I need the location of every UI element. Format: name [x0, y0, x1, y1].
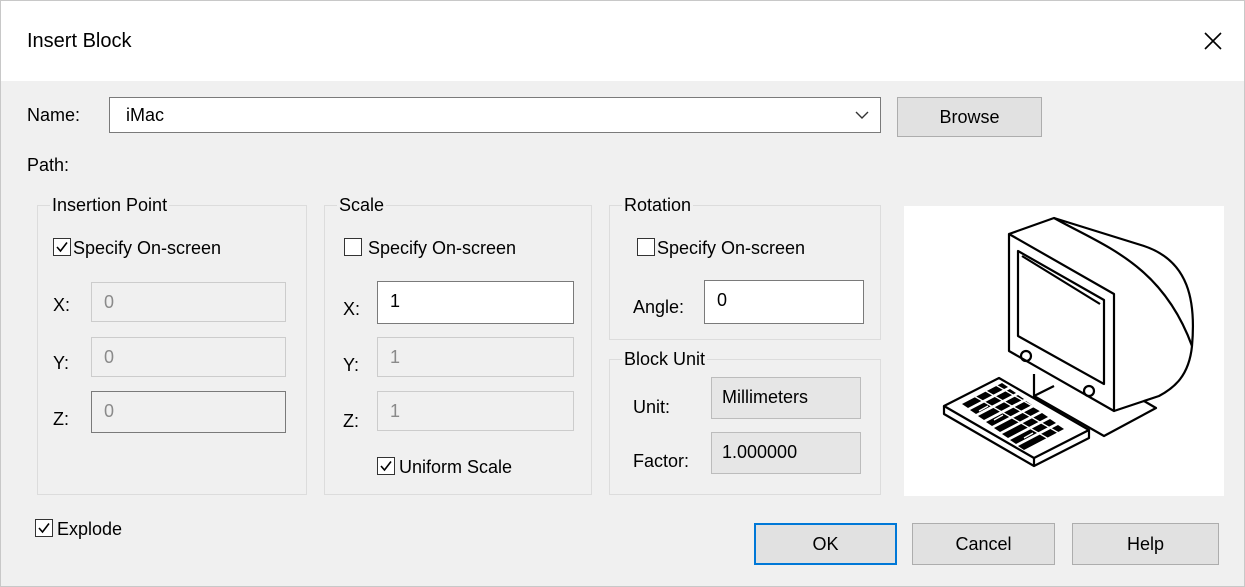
dialog-title: Insert Block [27, 30, 132, 52]
uniform-scale-checkbox[interactable] [377, 457, 395, 475]
checkmark-icon [380, 461, 392, 472]
insertion-y-label: Y: [53, 353, 70, 373]
checkmark-icon [56, 242, 68, 253]
factor-label: Factor: [633, 451, 690, 471]
scale-title: Scale [337, 194, 387, 216]
close-button[interactable] [1182, 1, 1244, 81]
uniform-scale-label: Uniform Scale [399, 457, 513, 477]
insertion-y-field[interactable]: 0 [91, 337, 286, 377]
scale-z-value: 1 [390, 401, 401, 421]
scale-x-label: X: [343, 299, 361, 319]
scale-y-label: Y: [343, 355, 360, 375]
rotation-specify-checkbox[interactable] [637, 238, 655, 256]
factor-value: 1.000000 [722, 442, 798, 462]
insertion-z-field[interactable]: 0 [91, 391, 286, 433]
scale-y-field[interactable]: 1 [377, 337, 574, 377]
computer-preview-icon [942, 216, 1195, 468]
explode-checkbox[interactable] [35, 519, 53, 537]
name-value: iMac [126, 105, 165, 125]
checkmark-icon [38, 523, 50, 534]
title-bar: Insert Block [1, 1, 1244, 81]
help-button[interactable]: Help [1072, 523, 1219, 565]
insertion-specify-label: Specify On-screen [73, 238, 222, 258]
insertion-point-title: Insertion Point [50, 194, 170, 216]
insertion-y-value: 0 [104, 347, 115, 367]
name-combobox[interactable]: iMac [109, 97, 881, 133]
name-label: Name: [27, 105, 81, 125]
insertion-x-field[interactable]: 0 [91, 282, 286, 322]
scale-specify-checkbox[interactable] [344, 238, 362, 256]
ok-button-label: OK [812, 533, 839, 554]
factor-value-box: 1.000000 [711, 432, 861, 474]
unit-label: Unit: [633, 397, 671, 417]
angle-value: 0 [717, 290, 728, 310]
browse-button-label: Browse [939, 106, 1000, 127]
explode-label: Explode [57, 519, 123, 539]
ok-button[interactable]: OK [754, 523, 897, 565]
scale-x-field[interactable]: 1 [377, 281, 574, 324]
block-unit-title: Block Unit [622, 348, 708, 370]
cancel-button-label: Cancel [955, 533, 1012, 554]
insertion-z-label: Z: [53, 409, 69, 429]
scale-x-value: 1 [390, 291, 401, 311]
block-preview [904, 206, 1224, 496]
angle-field[interactable]: 0 [704, 280, 864, 324]
chevron-down-icon [855, 111, 869, 119]
insertion-z-value: 0 [104, 401, 115, 421]
unit-value-box: Millimeters [711, 377, 861, 419]
scale-specify-label: Specify On-screen [368, 238, 517, 258]
close-icon [1204, 32, 1222, 50]
unit-value: Millimeters [722, 387, 809, 407]
scale-y-value: 1 [390, 347, 401, 367]
path-label: Path: [27, 155, 70, 175]
insert-block-dialog: Insert Block Name: iMac Browse Path: Ins… [0, 0, 1245, 587]
angle-label: Angle: [633, 297, 685, 317]
cancel-button[interactable]: Cancel [912, 523, 1055, 565]
rotation-title: Rotation [622, 194, 694, 216]
scale-z-label: Z: [343, 411, 359, 431]
rotation-specify-label: Specify On-screen [657, 238, 806, 258]
insertion-specify-checkbox[interactable] [53, 238, 71, 256]
scale-z-field[interactable]: 1 [377, 391, 574, 431]
browse-button[interactable]: Browse [897, 97, 1042, 137]
help-button-label: Help [1126, 533, 1165, 554]
insertion-x-value: 0 [104, 292, 115, 312]
insertion-x-label: X: [53, 295, 71, 315]
